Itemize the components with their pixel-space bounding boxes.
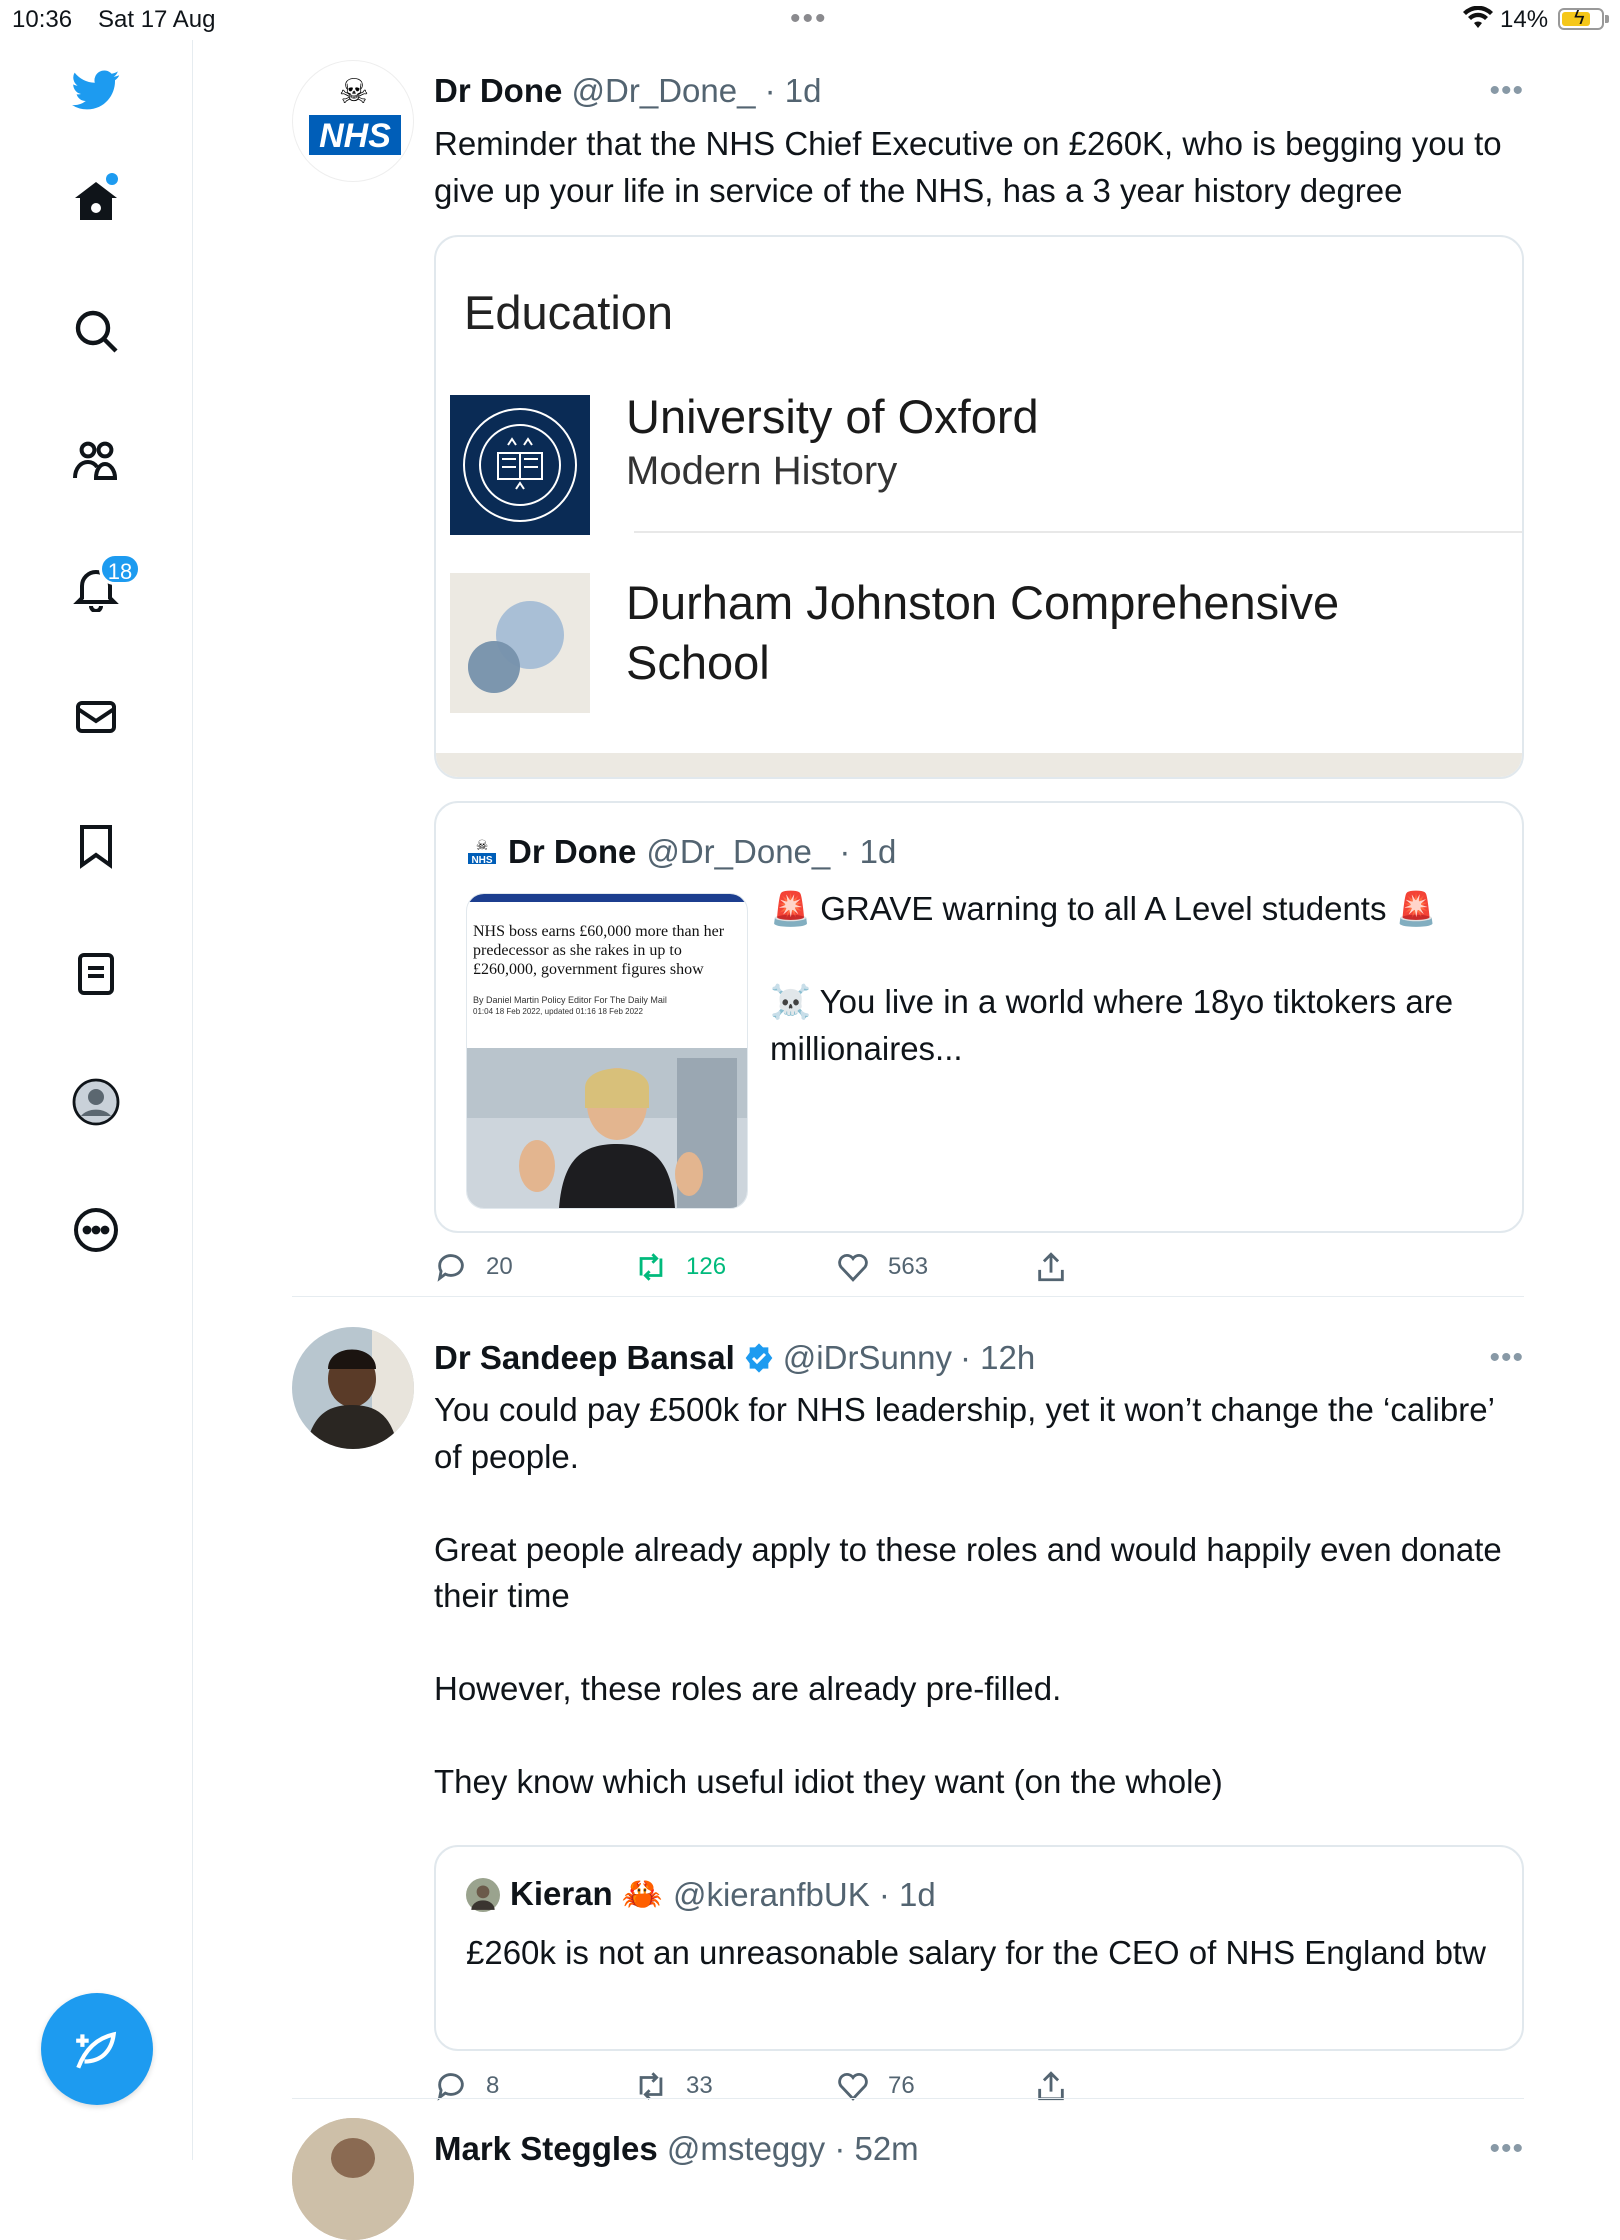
tweet-divider — [292, 1296, 1524, 1297]
status-date: Sat 17 Aug — [98, 6, 216, 33]
svg-text:☠: ☠ — [339, 73, 369, 111]
oxford-crest-icon — [450, 395, 590, 535]
profile-avatar-icon — [72, 1078, 120, 1126]
avatar: ☠ NHS — [468, 837, 496, 866]
like-count: 76 — [888, 2072, 915, 2099]
nav-messages[interactable] — [64, 685, 128, 749]
reply-count: 8 — [486, 2072, 500, 2099]
article-screenshot-image[interactable]: NHS boss earns £60,000 more than her pre… — [466, 893, 748, 1209]
quoted-author-name: Dr Done — [508, 833, 637, 870]
avatar[interactable] — [292, 2118, 414, 2240]
quoted-author-handle: @kieranfbUK · 1d — [672, 1875, 936, 1913]
svg-text:☠: ☠ — [476, 837, 489, 853]
list-icon — [78, 953, 114, 995]
nav-lists[interactable] — [64, 942, 128, 1006]
author-name[interactable]: Dr Done — [434, 72, 562, 109]
author-name[interactable]: Mark Steggles — [434, 2130, 658, 2167]
home-unread-dot — [106, 173, 118, 185]
battery-icon: ϟ — [1558, 7, 1609, 30]
school-subject: Modern History — [626, 449, 898, 493]
quoted-author-name: Kieran 🦀 — [510, 1875, 663, 1912]
like-button[interactable]: 563 — [836, 1250, 928, 1284]
verified-badge-icon — [745, 1343, 773, 1373]
tweet-divider — [292, 2098, 1524, 2099]
image-card-education[interactable]: Education University of Oxford Modern Hi… — [434, 235, 1524, 779]
tweet-time[interactable]: · 12h — [960, 1339, 1035, 1377]
heart-icon — [838, 1254, 868, 1282]
article-photo — [467, 1048, 747, 1208]
avatar[interactable]: ☠ NHS — [292, 60, 414, 182]
nav-communities[interactable] — [64, 428, 128, 492]
share-icon — [1038, 1252, 1064, 1282]
tweet-text: Reminder that the NHS Chief Executive on… — [434, 125, 1502, 209]
retweet-button[interactable]: 126 — [634, 1250, 726, 1284]
card-footer — [436, 753, 1522, 777]
school-name: University of Oxford — [626, 390, 1039, 443]
communities-icon — [73, 441, 118, 480]
masthead-bar — [467, 894, 747, 902]
nav-bookmarks[interactable] — [64, 813, 128, 877]
nav-profile[interactable] — [64, 1070, 128, 1134]
avatar[interactable] — [292, 1327, 414, 1449]
nav-search[interactable] — [64, 299, 128, 363]
status-time: 10:36 — [12, 6, 73, 33]
svg-text:NHS: NHS — [319, 117, 391, 155]
card-title: Education — [464, 286, 674, 339]
tweet-actions: 20 126 563 — [434, 1250, 1514, 1290]
quoted-tweet-text: £260k is not an unreasonable salary for … — [466, 1934, 1486, 1971]
share-button[interactable] — [1034, 1250, 1068, 1284]
reply-count: 20 — [486, 1253, 513, 1280]
like-count: 563 — [888, 1253, 929, 1280]
mail-icon — [76, 701, 116, 733]
quoted-tweet[interactable]: ☠ NHS Dr Done @Dr_Done_ · 1d NHS boss ear… — [434, 801, 1524, 1233]
quoted-tweet-text-line: ☠️ You live in a world where 18yo tiktok… — [770, 983, 1454, 1067]
battery-percentage: 14% — [1500, 6, 1549, 33]
more-options-icon[interactable]: ••• — [1489, 1341, 1524, 1375]
article-byline: By Daniel Martin Policy Editor For The D… — [473, 995, 667, 1005]
compose-feather-icon — [76, 2031, 117, 2069]
tweet-time[interactable]: · 1d — [765, 72, 822, 109]
article-date: 01:04 18 Feb 2022, updated 01:16 18 Feb … — [473, 1007, 643, 1016]
nav-more[interactable] — [64, 1198, 128, 1262]
nav-home[interactable] — [64, 170, 128, 234]
more-circle-icon — [74, 1208, 118, 1252]
retweet-count: 126 — [686, 1253, 727, 1280]
svg-text:NHS: NHS — [471, 855, 492, 866]
more-options-icon[interactable]: ••• — [1489, 2132, 1524, 2166]
card-separator — [634, 531, 1522, 533]
twitter-logo-icon[interactable] — [64, 58, 128, 122]
tweet-text: You could pay £500k for NHS leadership, … — [434, 1391, 1502, 1800]
school-name: Durham Johnston Comprehensive School — [626, 576, 1340, 689]
notifications-badge: 18 — [99, 553, 141, 585]
avatar — [466, 1877, 500, 1912]
reply-icon — [437, 1254, 464, 1282]
tweet-time[interactable]: · 52m — [834, 2130, 918, 2167]
wifi-icon — [1463, 6, 1493, 28]
school-placeholder-icon — [450, 573, 590, 713]
author-handle[interactable]: @msteggy — [667, 2130, 825, 2167]
author-handle[interactable]: @iDrSunny — [783, 1339, 952, 1377]
home-icon — [75, 182, 117, 220]
status-bar: 10:36 Sat 17 Aug ••• 14% ϟ — [0, 0, 1620, 40]
compose-tweet-button[interactable] — [41, 1993, 153, 2105]
search-icon — [75, 310, 118, 353]
bookmark-icon — [80, 825, 112, 869]
author-name[interactable]: Dr Sandeep Bansal — [434, 1339, 735, 1377]
more-options-icon[interactable]: ••• — [1489, 74, 1524, 108]
retweet-count: 33 — [686, 2072, 713, 2099]
quoted-tweet[interactable]: Kieran 🦀 @kieranfbUK · 1d £260k is not a… — [434, 1845, 1524, 2051]
article-headline: NHS boss earns £60,000 more than her pre… — [473, 923, 725, 978]
quoted-tweet-text-line: 🚨 GRAVE warning to all A Level students … — [770, 890, 1437, 927]
tweet-actions: 8 33 76 — [434, 2069, 1514, 2109]
author-handle[interactable]: @Dr_Done_ — [572, 72, 756, 109]
reply-button[interactable]: 20 — [434, 1250, 513, 1284]
retweet-icon — [639, 1253, 663, 1281]
quoted-author-handle: @Dr_Done_ · 1d — [646, 833, 897, 870]
multitasking-dots-icon[interactable]: ••• — [790, 2, 828, 36]
